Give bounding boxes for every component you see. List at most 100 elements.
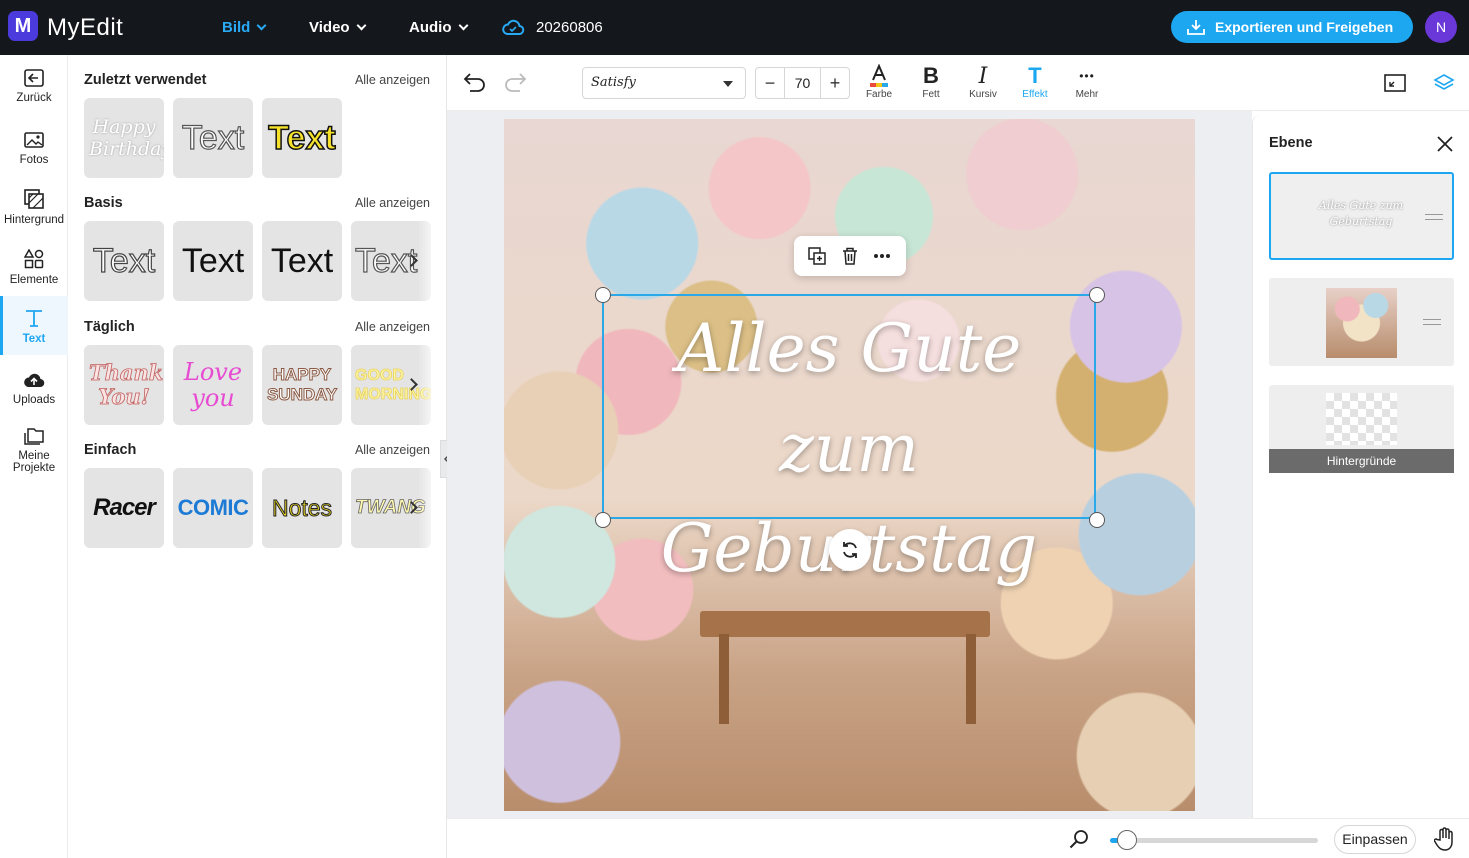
text-style-tile[interactable]: Thank You! — [84, 345, 164, 425]
resize-handle-bottom-right[interactable] — [1089, 512, 1105, 528]
undo-icon[interactable] — [463, 72, 487, 94]
nav-bild-menu[interactable]: Bild — [222, 19, 267, 36]
italic-tool-button[interactable]: I Kursiv — [961, 63, 1005, 101]
decrease-size-button[interactable]: − — [756, 68, 784, 98]
more-options-button[interactable] — [871, 245, 893, 267]
italic-icon: I — [978, 63, 988, 89]
layer-item-photo[interactable] — [1269, 278, 1454, 366]
delete-button[interactable] — [839, 245, 861, 267]
drag-handle-icon[interactable] — [1423, 319, 1441, 325]
text-color-icon — [870, 64, 888, 87]
back-arrow-icon — [24, 69, 44, 87]
user-avatar[interactable]: N — [1425, 11, 1457, 43]
see-all-simple-link[interactable]: Alle anzeigen — [355, 443, 430, 457]
resize-handle-bottom-left[interactable] — [595, 512, 611, 528]
transparent-background-thumbnail — [1326, 393, 1397, 445]
tool-label: Farbe — [865, 89, 893, 100]
section-title-basic: Basis — [84, 195, 123, 211]
background-table-leg — [719, 634, 729, 724]
sidebar-item-text[interactable]: Text — [0, 296, 68, 355]
tile-label: COMIC — [177, 495, 249, 520]
background-table — [700, 611, 990, 637]
background-icon — [24, 189, 44, 209]
text-toolbar: Satisfy − 70 + Farbe B Fett I Kursiv T E… — [447, 55, 1469, 111]
see-all-daily-link[interactable]: Alle anzeigen — [355, 320, 430, 334]
layers-icon[interactable] — [1433, 73, 1455, 93]
tile-label: Love you — [183, 358, 243, 412]
layer-text-preview: Alles Gute zum Geburtstag — [1318, 199, 1404, 228]
zoom-slider-track[interactable] — [1110, 838, 1318, 843]
bold-tool-button[interactable]: B Fett — [909, 63, 953, 100]
sidebar-item-elements[interactable]: Elemente — [0, 239, 68, 295]
see-all-basic-link[interactable]: Alle anzeigen — [355, 196, 430, 210]
increase-size-button[interactable]: + — [821, 68, 849, 98]
selection-box[interactable] — [602, 294, 1096, 519]
sidebar-item-label: Meine Projekte — [12, 450, 56, 474]
effect-tool-button[interactable]: T Effekt — [1013, 63, 1057, 100]
app-name[interactable]: MyEdit — [47, 14, 123, 42]
text-style-tile[interactable]: Happy Birthday — [84, 98, 164, 178]
cloud-sync-icon[interactable] — [501, 17, 525, 37]
text-style-tile[interactable]: Text — [262, 98, 342, 178]
image-icon — [24, 132, 44, 148]
duplicate-button[interactable] — [806, 245, 828, 267]
nav-video-label: Video — [309, 19, 350, 36]
color-tool-button[interactable]: Farbe — [857, 63, 901, 100]
tile-label: Text — [92, 241, 156, 280]
sidebar-item-label: Uploads — [12, 394, 56, 406]
see-all-recent-link[interactable]: Alle anzeigen — [355, 73, 430, 87]
text-style-tile[interactable]: HAPPY SUNDAY — [262, 345, 342, 425]
nav-audio-menu[interactable]: Audio — [409, 19, 468, 36]
text-style-tile[interactable]: Text — [173, 98, 253, 178]
zoom-slider-knob[interactable] — [1116, 830, 1137, 850]
rotate-handle[interactable] — [829, 529, 871, 571]
sidebar-item-photos[interactable]: Fotos — [0, 119, 68, 175]
sidebar-item-uploads[interactable]: Uploads — [0, 359, 68, 415]
tool-label: Fett — [922, 89, 940, 100]
close-icon[interactable] — [1436, 135, 1454, 153]
export-share-button[interactable]: Exportieren und Freigeben — [1171, 11, 1413, 43]
text-style-tile[interactable]: Text — [173, 221, 253, 301]
more-icon: ••• — [1079, 69, 1095, 83]
text-style-tile[interactable]: COMIC — [173, 468, 253, 548]
app-logo[interactable]: M — [8, 11, 38, 41]
font-size-input[interactable]: 70 — [784, 68, 821, 98]
tile-label: Text — [270, 241, 334, 280]
elements-icon — [24, 249, 44, 269]
project-name[interactable]: 20260806 — [536, 19, 603, 36]
text-style-tile[interactable]: Text — [84, 221, 164, 301]
font-family-select[interactable]: Satisfy — [582, 67, 746, 99]
nav-video-menu[interactable]: Video — [309, 19, 367, 36]
resize-handle-top-right[interactable] — [1089, 287, 1105, 303]
tile-label: Notes — [271, 494, 333, 521]
font-family-value: Satisfy — [591, 75, 636, 90]
font-size-stepper: − 70 + — [755, 67, 850, 99]
fit-to-screen-button[interactable]: Einpassen — [1334, 825, 1416, 854]
text-icon — [26, 310, 42, 327]
text-style-tile[interactable]: Notes — [262, 468, 342, 548]
sidebar-item-background[interactable]: Hintergrund — [0, 179, 68, 235]
resize-canvas-icon[interactable] — [1384, 73, 1406, 93]
hand-pan-icon[interactable] — [1434, 827, 1456, 851]
tile-label: Text — [268, 118, 337, 158]
left-sidebar: Zurück Fotos Hintergrund Elemente Text U… — [0, 55, 68, 858]
design-canvas[interactable]: Alles Gute zum Geburtstag — [504, 119, 1195, 811]
text-style-tile[interactable]: Love you — [173, 345, 253, 425]
sidebar-item-my-projects[interactable]: Meine Projekte — [0, 419, 68, 479]
resize-handle-top-left[interactable] — [595, 287, 611, 303]
sidebar-item-label: Fotos — [19, 154, 49, 166]
text-style-tile[interactable]: Text — [262, 221, 342, 301]
text-style-tile[interactable]: Racer — [84, 468, 164, 548]
drag-handle-icon[interactable] — [1425, 214, 1443, 220]
tile-label: HAPPY SUNDAY — [267, 365, 338, 405]
layer-item-text[interactable]: Alles Gute zum Geburtstag — [1269, 172, 1454, 260]
layer-item-background[interactable]: Hintergründe — [1269, 385, 1454, 473]
tile-label: Happy Birthday — [89, 116, 164, 160]
zoom-icon[interactable] — [1069, 829, 1089, 849]
trash-icon — [843, 247, 857, 265]
text-effect-icon: T — [1028, 63, 1042, 88]
more-tool-button[interactable]: ••• Mehr — [1065, 63, 1109, 100]
redo-icon[interactable] — [503, 72, 527, 94]
duplicate-icon — [808, 247, 826, 265]
sidebar-item-back[interactable]: Zurück — [0, 55, 68, 115]
